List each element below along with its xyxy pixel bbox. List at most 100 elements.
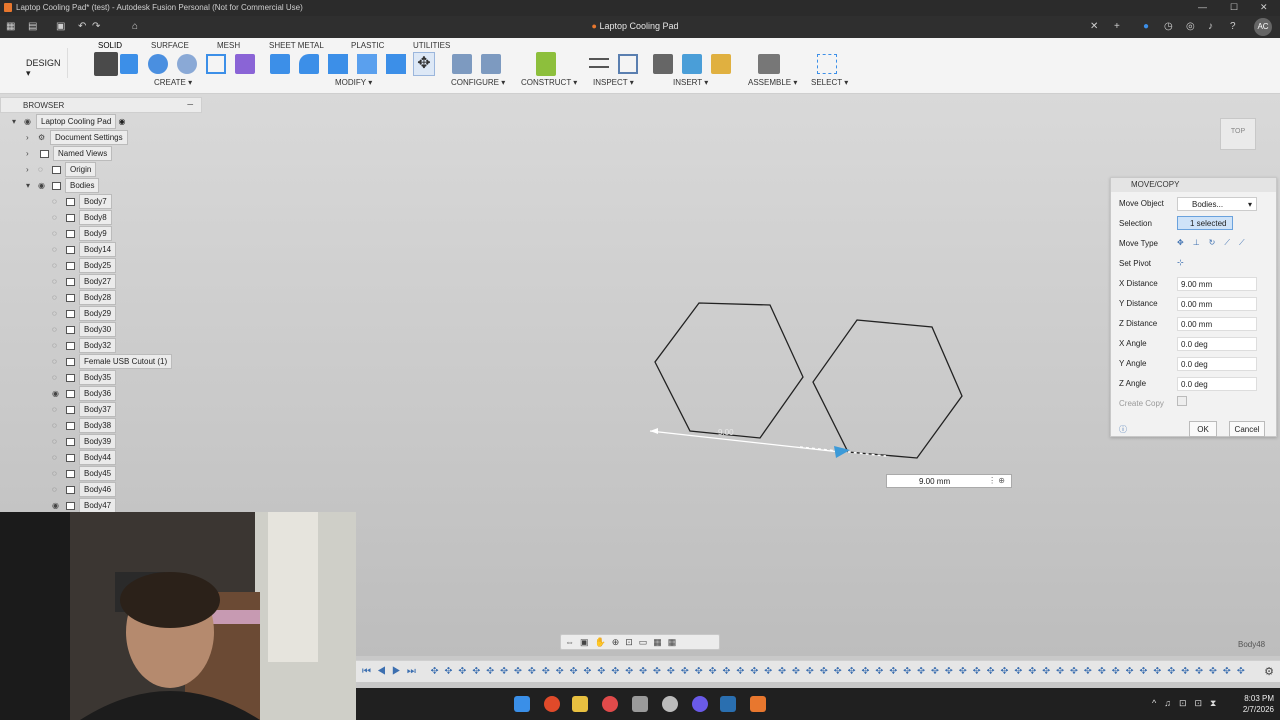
insert-derive-icon[interactable] (653, 54, 673, 74)
tab-utilities[interactable]: UTILITIES (413, 41, 450, 50)
help-icon[interactable]: ? (1230, 21, 1236, 32)
tab-laptop-cooling-pad[interactable]: ● Laptop Cooling Pad (570, 21, 700, 31)
file-explorer-icon[interactable] (572, 696, 588, 712)
info-icon[interactable]: ⓘ (1117, 421, 1129, 437)
browser-body-item[interactable]: ◌ Body38 (52, 418, 117, 435)
maximize-icon[interactable]: ☐ (1230, 2, 1238, 13)
eye-icon[interactable]: ◌ (52, 373, 64, 382)
revolve-icon[interactable] (148, 54, 168, 74)
view-cube[interactable]: TOP (1220, 118, 1256, 150)
configure-icon[interactable] (452, 54, 472, 74)
group-inspect[interactable]: INSPECT ▾ (593, 78, 634, 87)
selection-chip[interactable]: 1 selected (1177, 216, 1233, 230)
eye-icon[interactable]: ◌ (52, 197, 64, 206)
browser-body-item[interactable]: ◌ Body44 (52, 450, 117, 467)
close-icon[interactable]: ✕ (1260, 2, 1268, 13)
browser-header[interactable]: BROWSER ─ (0, 97, 202, 113)
discord-icon[interactable] (692, 696, 708, 712)
group-select[interactable]: SELECT ▾ (811, 78, 848, 87)
move-type-options[interactable]: ✥⊥↻⟋⟋ (1177, 236, 1257, 250)
measure-icon[interactable] (589, 58, 609, 68)
group-create[interactable]: CREATE ▾ (154, 78, 192, 87)
notifications-icon[interactable]: ◎ (1186, 21, 1195, 32)
eye-icon[interactable]: ◌ (52, 277, 64, 286)
tab-sheet-metal[interactable]: SHEET METAL (269, 41, 324, 50)
insert-mcmaster-icon[interactable] (711, 54, 731, 74)
select-icon[interactable] (817, 54, 837, 74)
hexagon-body-moved[interactable] (812, 319, 963, 459)
field-input[interactable]: 0.00 mm (1177, 317, 1257, 331)
insert-image-icon[interactable] (682, 54, 702, 74)
cloud-icon[interactable]: ● (1143, 21, 1149, 32)
eye-icon[interactable]: ◌ (52, 453, 64, 462)
clock-icon[interactable]: ◷ (1164, 21, 1173, 32)
expand-icon[interactable]: › (26, 165, 38, 174)
browser-item-named-views[interactable]: › Named Views (26, 146, 113, 163)
browser-body-item[interactable]: ◌ Body45 (52, 466, 117, 483)
tab-solid[interactable]: SOLID (98, 41, 122, 50)
eye-icon[interactable]: ◌ (52, 261, 64, 270)
eye-icon[interactable]: ◌ (52, 213, 64, 222)
eye-icon[interactable]: ◉ (52, 501, 64, 510)
browser-body-item[interactable]: ◌ Body35 (52, 370, 117, 387)
tab-plastic[interactable]: PLASTIC (351, 41, 384, 50)
brave-icon[interactable] (544, 696, 560, 712)
redo-icon[interactable]: ↷ (92, 21, 100, 32)
browser-body-item[interactable]: ◌ Body8 (52, 210, 112, 227)
field-input[interactable]: 0.0 deg (1177, 357, 1257, 371)
home-icon[interactable]: ⌂ (132, 21, 138, 32)
undo-icon[interactable]: ↶ (78, 21, 86, 32)
field-input[interactable]: 0.00 mm (1177, 297, 1257, 311)
press-pull-icon[interactable] (270, 54, 290, 74)
eye-icon[interactable]: ◉ (52, 389, 64, 398)
configure-table-icon[interactable] (481, 54, 501, 74)
eye-icon[interactable]: ◉ (24, 117, 36, 126)
field-input[interactable]: 0.0 deg (1177, 377, 1257, 391)
set-pivot-icon[interactable]: ⊹ (1177, 256, 1257, 270)
group-modify[interactable]: MODIFY ▾ (335, 78, 372, 87)
eye-icon[interactable]: ◌ (52, 293, 64, 302)
tab-mesh[interactable]: MESH (217, 41, 240, 50)
expand-icon[interactable]: ▾ (12, 117, 24, 126)
eye-icon[interactable]: ◌ (52, 325, 64, 334)
hexagon-body-original[interactable] (654, 302, 804, 439)
browser-item-origin[interactable]: › ◌ Origin (26, 162, 97, 179)
fillet-icon[interactable] (299, 54, 319, 74)
collapse-browser-icon[interactable]: ─ (187, 100, 193, 109)
browser-item-document-settings[interactable]: › ⚙ Document Settings (26, 130, 128, 147)
save-icon[interactable]: ▣ (56, 21, 65, 32)
eye-icon[interactable]: ◌ (52, 421, 64, 430)
ok-button[interactable]: OK (1189, 421, 1217, 437)
browser-body-item[interactable]: ◌ Body32 (52, 338, 117, 355)
browser-body-item[interactable]: ◌ Body28 (52, 290, 117, 307)
create-copy-checkbox[interactable] (1177, 396, 1187, 406)
plane-icon[interactable] (536, 52, 556, 76)
browser-body-item[interactable]: ◉ Body36 (52, 386, 117, 403)
expand-icon[interactable]: ▾ (26, 181, 38, 190)
eye-icon[interactable]: ◌ (52, 245, 64, 254)
calculator-icon[interactable] (632, 696, 648, 712)
field-input[interactable]: 0.0 deg (1177, 337, 1257, 351)
timeline-settings-icon[interactable]: ⚙ (1264, 665, 1274, 678)
apps-grid-icon[interactable]: ▦ (6, 21, 15, 32)
shell-icon[interactable] (357, 54, 377, 74)
browser-body-item[interactable]: ◌ Body37 (52, 402, 117, 419)
browser-body-item[interactable]: ◌ Body25 (52, 258, 117, 275)
fusion-taskbar-icon[interactable] (750, 696, 766, 712)
eye-icon[interactable]: ◉ (38, 181, 50, 190)
start-icon[interactable] (514, 696, 530, 712)
hole-icon[interactable] (206, 54, 226, 74)
expand-icon[interactable]: › (26, 149, 38, 158)
group-construct[interactable]: CONSTRUCT ▾ (521, 78, 577, 87)
eye-icon[interactable]: ◌ (52, 405, 64, 414)
browser-body-item[interactable]: ◌ Body29 (52, 306, 117, 323)
steam-icon[interactable] (720, 696, 736, 712)
sphere-icon[interactable] (177, 54, 197, 74)
eye-icon[interactable]: ◌ (52, 309, 64, 318)
minimize-icon[interactable]: — (1198, 2, 1207, 12)
new-component-icon[interactable] (758, 54, 780, 74)
eye-icon[interactable]: ◌ (52, 469, 64, 478)
group-assemble[interactable]: ASSEMBLE ▾ (748, 78, 797, 87)
dialog-header[interactable]: MOVE/COPY (1111, 178, 1276, 192)
taskbar-clock[interactable]: 8:03 PM 2/7/2026 (1243, 693, 1274, 715)
